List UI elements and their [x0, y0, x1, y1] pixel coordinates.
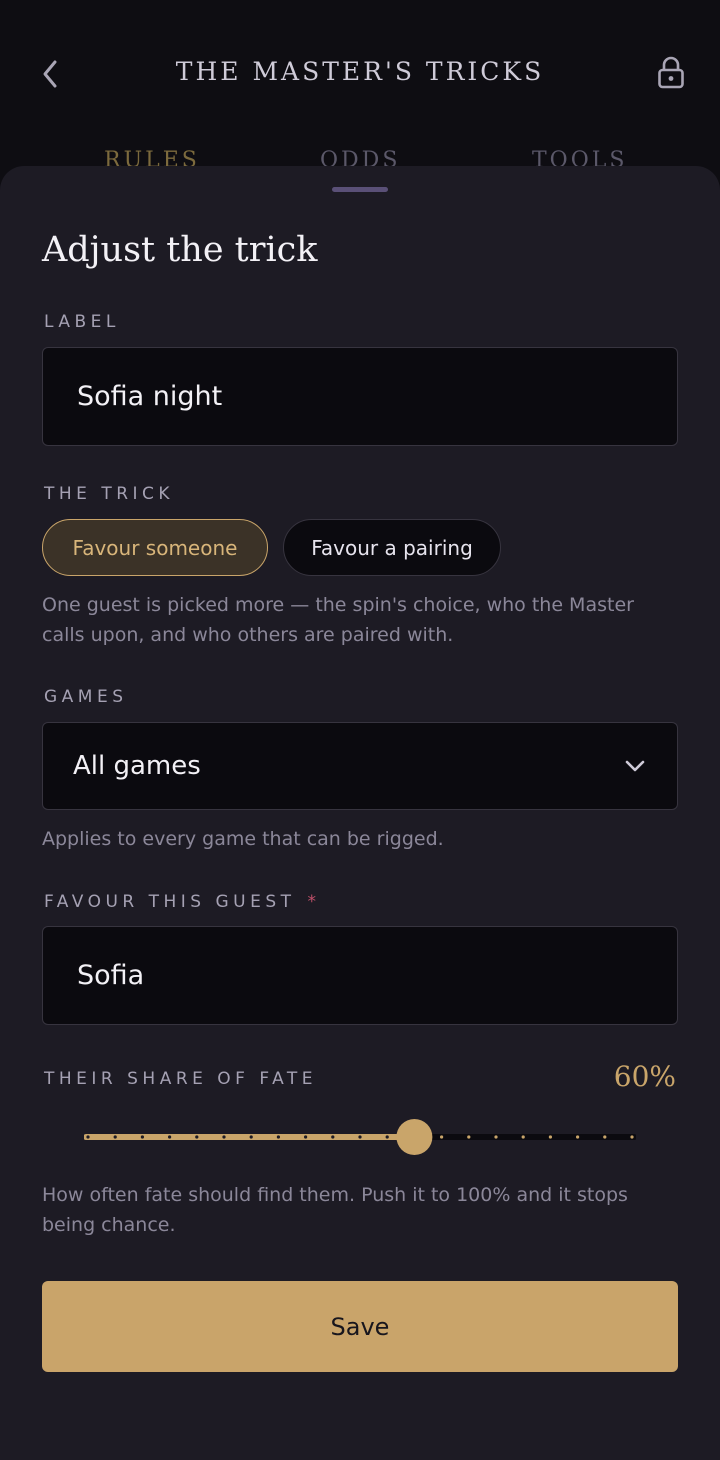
lock-button[interactable] — [654, 54, 688, 92]
slider-tick — [630, 1135, 634, 1139]
slider-tick — [576, 1135, 580, 1139]
adjust-trick-sheet: Adjust the trick LABEL THE TRICK Favour … — [0, 166, 720, 1460]
slider-tick — [467, 1135, 471, 1139]
slider-tick — [276, 1135, 280, 1139]
slider-tick — [358, 1135, 362, 1139]
slider-thumb[interactable] — [396, 1119, 433, 1155]
slider-tick — [222, 1135, 226, 1139]
label-field-label: LABEL — [44, 312, 120, 332]
required-mark: * — [307, 892, 317, 912]
slider-tick — [385, 1135, 389, 1139]
sheet-title: Adjust the trick — [42, 230, 318, 270]
slider-tick — [304, 1135, 308, 1139]
share-helper: How often fate should find them. Push it… — [42, 1184, 628, 1236]
slider-tick — [440, 1135, 444, 1139]
slider-tick — [249, 1135, 253, 1139]
slider-tick — [521, 1135, 525, 1139]
games-field-label: GAMES — [44, 687, 128, 707]
slider-tick — [548, 1135, 552, 1139]
share-value: 60% — [613, 1060, 676, 1093]
app: THE MASTER'S TRICKS RULES ODDS TOOLS Adj… — [0, 0, 720, 1460]
slider-tick — [140, 1135, 144, 1139]
slider-tick — [195, 1135, 199, 1139]
drag-handle[interactable] — [332, 187, 388, 192]
favour-pairing-chip[interactable]: Favour a pairing — [283, 519, 501, 576]
games-select[interactable]: All games — [42, 722, 678, 810]
trick-field-label: THE TRICK — [44, 484, 175, 504]
slider-tick — [494, 1135, 498, 1139]
share-field-label: THEIR SHARE OF FATE — [44, 1069, 318, 1089]
slider-tick — [113, 1135, 117, 1139]
slider-tick — [168, 1135, 172, 1139]
slider-tick — [86, 1135, 90, 1139]
favour-someone-chip[interactable]: Favour someone — [42, 519, 268, 576]
guest-input[interactable] — [42, 926, 678, 1025]
slider-tick — [331, 1135, 335, 1139]
label-input[interactable] — [42, 347, 678, 446]
guest-field-label: FAVOUR THIS GUEST * — [44, 892, 316, 912]
save-button[interactable]: Save — [42, 1281, 678, 1372]
slider-ticks — [86, 1135, 634, 1139]
guest-label-text: FAVOUR THIS GUEST — [44, 892, 296, 912]
share-slider[interactable] — [84, 1116, 636, 1158]
top-bar: THE MASTER'S TRICKS RULES ODDS TOOLS — [0, 0, 720, 172]
games-helper: Applies to every game that can be rigged… — [42, 828, 444, 850]
slider-tick — [603, 1135, 607, 1139]
app-title: THE MASTER'S TRICKS — [175, 57, 545, 86]
lock-icon — [658, 56, 684, 89]
chevron-down-icon — [623, 754, 647, 778]
games-select-value: All games — [73, 751, 201, 781]
trick-description: One guest is picked more — the spin's ch… — [42, 594, 634, 646]
